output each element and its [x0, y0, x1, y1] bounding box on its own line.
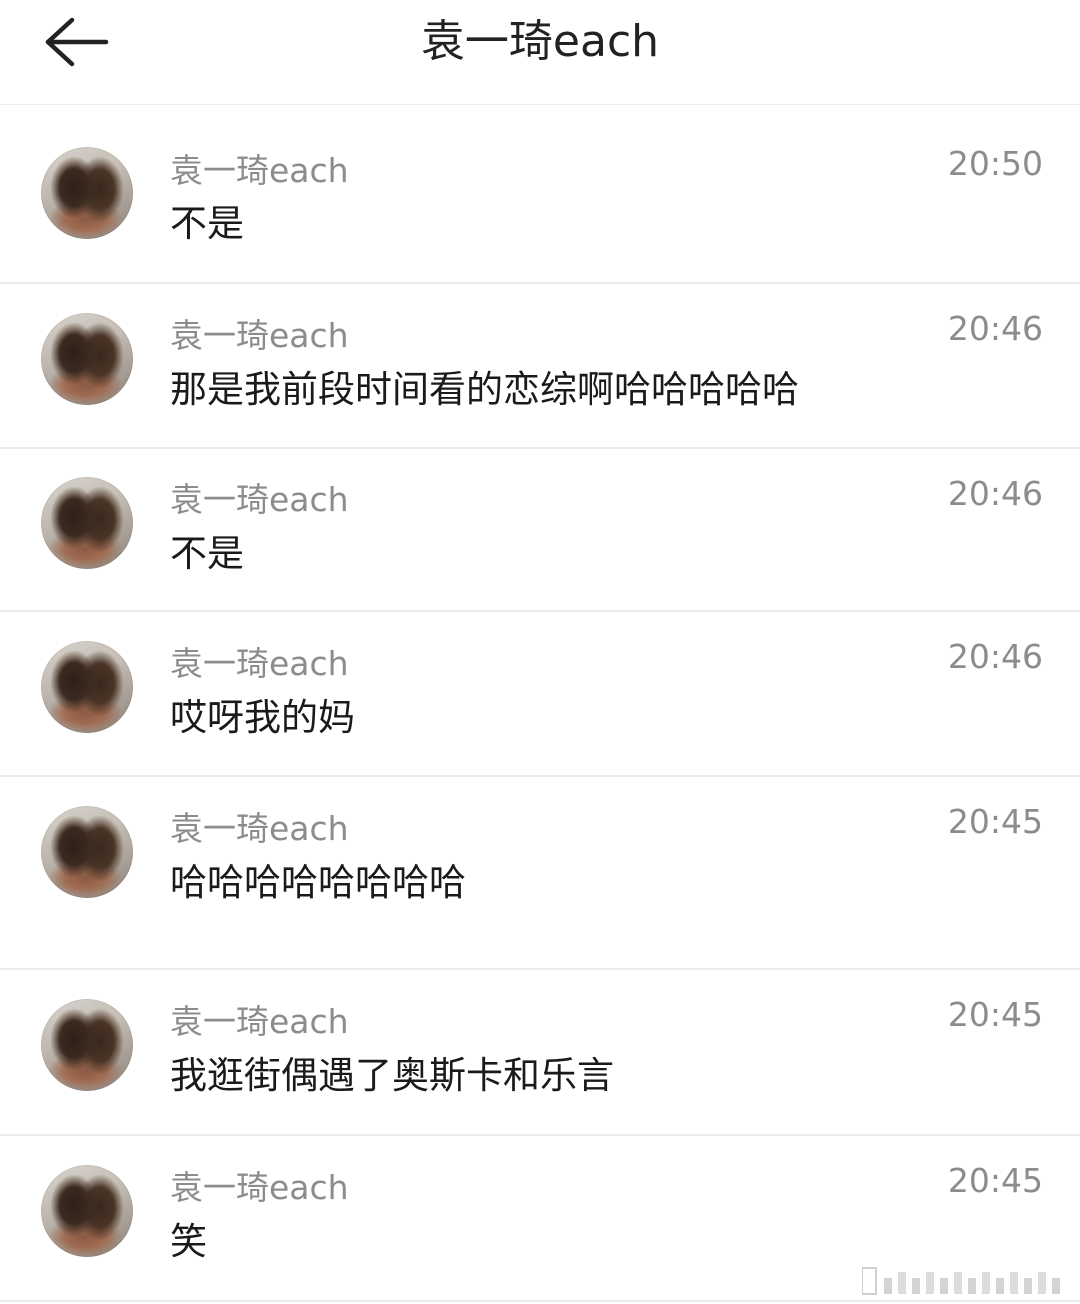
- message-text: 不是: [170, 202, 244, 245]
- avatar[interactable]: [41, 313, 133, 405]
- message-text: 哎呀我的妈: [170, 696, 355, 739]
- header-bar: 袁一琦each: [0, 0, 1080, 105]
- message-row[interactable]: 袁一琦each 20:46 那是我前段时间看的恋综啊哈哈哈哈哈: [0, 284, 1080, 449]
- sender-name: 袁一琦each: [170, 644, 349, 683]
- avatar[interactable]: [41, 999, 133, 1091]
- avatar[interactable]: [41, 641, 133, 733]
- message-time: 20:50: [947, 144, 1043, 183]
- header-gap: [0, 105, 1080, 117]
- watermark-bars-icon: [862, 1262, 1074, 1300]
- message-time: 20:46: [947, 474, 1043, 513]
- message-text: 哈哈哈哈哈哈哈哈: [170, 861, 466, 904]
- message-text: 笑: [170, 1220, 207, 1263]
- message-text: 不是: [170, 532, 244, 575]
- message-row[interactable]: 袁一琦each 20:50 不是: [0, 117, 1080, 284]
- message-text: 那是我前段时间看的恋综啊哈哈哈哈哈: [170, 368, 799, 411]
- avatar[interactable]: [41, 806, 133, 898]
- message-row[interactable]: 袁一琦each 20:46 不是: [0, 449, 1080, 612]
- message-time: 20:45: [947, 995, 1043, 1034]
- sender-name: 袁一琦each: [170, 1002, 349, 1041]
- message-time: 20:46: [947, 309, 1043, 348]
- message-row[interactable]: 袁一琦each 20:45 哈哈哈哈哈哈哈哈: [0, 777, 1080, 970]
- sender-name: 袁一琦each: [170, 480, 349, 519]
- avatar[interactable]: [41, 147, 133, 239]
- sender-name: 袁一琦each: [170, 1168, 349, 1207]
- avatar[interactable]: [41, 1165, 133, 1257]
- page-title: 袁一琦each: [420, 16, 660, 67]
- avatar[interactable]: [41, 477, 133, 569]
- sender-name: 袁一琦each: [170, 809, 349, 848]
- message-time: 20:45: [947, 802, 1043, 841]
- message-text: 我逛街偶遇了奥斯卡和乐言: [170, 1054, 614, 1097]
- message-row[interactable]: 袁一琦each 20:45 我逛街偶遇了奥斯卡和乐言: [0, 970, 1080, 1136]
- message-time: 20:46: [947, 637, 1043, 676]
- message-time: 20:45: [947, 1161, 1043, 1200]
- sender-name: 袁一琦each: [170, 151, 349, 190]
- sender-name: 袁一琦each: [170, 316, 349, 355]
- message-row[interactable]: 袁一琦each 20:46 哎呀我的妈: [0, 612, 1080, 777]
